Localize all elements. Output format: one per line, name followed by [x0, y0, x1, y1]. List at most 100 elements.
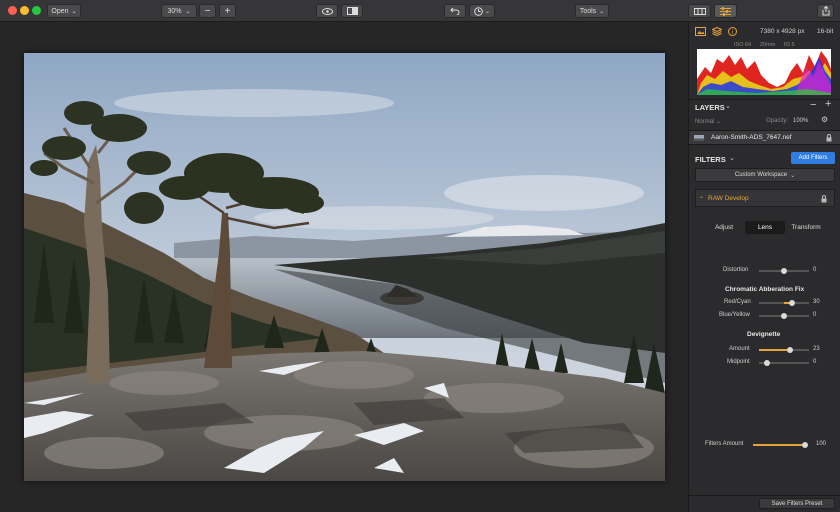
- filters-amount-slider[interactable]: [753, 442, 808, 448]
- tools-label: Tools: [579, 7, 597, 15]
- blue-yellow-knob[interactable]: [781, 313, 787, 319]
- midpoint-slider[interactable]: [759, 360, 809, 366]
- blend-mode-value: Normal: [695, 119, 715, 125]
- histogram: [697, 49, 831, 95]
- save-filters-preset-button[interactable]: Save Filters Preset: [759, 498, 835, 509]
- minimize-window-button[interactable]: [20, 6, 29, 15]
- zoom-select[interactable]: 30% ⌄: [161, 4, 197, 18]
- open-button[interactable]: Open ⌄: [47, 4, 81, 18]
- tab-lens-label: Lens: [757, 224, 773, 231]
- red-cyan-slider[interactable]: [759, 300, 809, 306]
- distortion-value[interactable]: 0: [813, 267, 816, 273]
- history-button[interactable]: ⌄: [469, 4, 495, 18]
- chevron-down-icon: ⌄: [484, 8, 491, 15]
- tab-lens[interactable]: Lens: [745, 221, 785, 234]
- clock-icon: [474, 6, 483, 16]
- add-filters-label: Add Filters: [798, 155, 828, 161]
- browse-panel-button[interactable]: [688, 4, 711, 18]
- layers-info-icon[interactable]: [712, 27, 722, 36]
- lock-icon[interactable]: [826, 134, 832, 142]
- gear-icon[interactable]: ⚙: [821, 115, 828, 124]
- raw-develop-header[interactable]: ⌄ RAW Develop: [695, 189, 835, 207]
- filters-amount-fill: [753, 444, 805, 446]
- chevron-down-icon: ⌄: [185, 8, 191, 15]
- midpoint-value[interactable]: 0: [813, 359, 816, 365]
- eye-icon: [321, 7, 333, 15]
- sliders-icon: [720, 6, 731, 16]
- blue-yellow-label: Blue/Yellow: [719, 312, 750, 318]
- info-circle-icon[interactable]: i: [728, 27, 737, 36]
- main-photo[interactable]: [24, 53, 665, 481]
- chevron-down-icon: ⌄: [725, 103, 731, 110]
- zoom-window-button[interactable]: [32, 6, 41, 15]
- midpoint-label: Midpoint: [727, 359, 750, 365]
- iso-value: ISO 64: [734, 42, 752, 48]
- layers-title[interactable]: LAYERS: [695, 103, 725, 112]
- filters-amount-value[interactable]: 100: [816, 441, 826, 447]
- plus-icon[interactable]: +: [825, 98, 831, 110]
- devignette-title: Devignette: [747, 331, 781, 338]
- zoom-in-button[interactable]: +: [219, 4, 236, 18]
- amount-slider[interactable]: [759, 347, 809, 353]
- opacity-label: Opacity:: [766, 118, 789, 124]
- compare-button[interactable]: [341, 4, 363, 18]
- distortion-knob[interactable]: [781, 268, 787, 274]
- chromatic-aberration-title: Chromatic Abberation Fix: [725, 286, 805, 293]
- main-toolbar: Open ⌄ 30% ⌄ − + ⌄ Tools ⌄: [0, 0, 840, 22]
- filters-amount-label: Filters Amount: [705, 441, 744, 447]
- open-label: Open: [51, 7, 69, 15]
- tab-adjust-label: Adjust: [714, 224, 734, 231]
- minus-icon: −: [204, 5, 211, 17]
- opacity-value[interactable]: 100%: [793, 118, 808, 124]
- split-view-icon: [346, 7, 358, 15]
- workspace-select[interactable]: Custom Workspace ⌄: [695, 168, 835, 182]
- zoom-value: 30%: [167, 7, 182, 15]
- minus-icon[interactable]: −: [810, 99, 816, 111]
- blue-yellow-slider[interactable]: [759, 313, 809, 319]
- distortion-label: Distortion: [723, 267, 749, 273]
- chevron-down-icon: ⌄: [699, 194, 705, 200]
- blend-mode-select[interactable]: Normal ⌄: [695, 118, 721, 125]
- filmstrip-icon: [693, 7, 706, 15]
- amount-fill: [759, 349, 787, 351]
- tab-transform-label: Transform: [791, 224, 821, 231]
- preview-button[interactable]: [316, 4, 338, 18]
- amount-value[interactable]: 23: [813, 346, 820, 352]
- plus-icon: +: [224, 5, 231, 17]
- filters-amount-knob[interactable]: [802, 442, 808, 448]
- close-window-button[interactable]: [8, 6, 17, 15]
- bit-depth: 16-bit: [817, 28, 834, 35]
- tab-transform[interactable]: Transform: [787, 221, 825, 234]
- share-button[interactable]: [817, 4, 834, 18]
- filters-title[interactable]: FILTERS: [695, 155, 726, 164]
- add-filters-button[interactable]: Add Filters: [791, 152, 835, 164]
- workspace-value: Custom Workspace: [734, 172, 788, 178]
- amount-knob[interactable]: [787, 347, 793, 353]
- focal-length: 20mm: [760, 42, 776, 48]
- undo-icon: [450, 7, 460, 15]
- zoom-out-button[interactable]: −: [199, 4, 216, 18]
- chevron-down-icon: ⌄: [71, 8, 77, 15]
- edit-panel-button[interactable]: [714, 4, 737, 18]
- red-cyan-knob[interactable]: [789, 300, 795, 306]
- layer-thumbnail-icon: [694, 135, 704, 141]
- blue-yellow-value[interactable]: 0: [813, 312, 816, 318]
- image-info-icon[interactable]: [695, 27, 706, 36]
- layer-row[interactable]: Aaron-Smith-ADS_7647.nef: [689, 130, 840, 145]
- lock-icon[interactable]: [821, 195, 827, 203]
- landscape-photo: [24, 53, 665, 481]
- red-cyan-value[interactable]: 30: [813, 299, 820, 305]
- chevron-down-icon: ⌄: [729, 155, 735, 162]
- midpoint-knob[interactable]: [764, 360, 770, 366]
- tab-adjust[interactable]: Adjust: [705, 221, 743, 234]
- chevron-down-icon: ⌄: [790, 172, 796, 179]
- red-cyan-label: Red/Cyan: [724, 299, 751, 305]
- image-canvas[interactable]: [0, 22, 688, 512]
- distortion-slider[interactable]: [759, 268, 809, 274]
- layer-name: Aaron-Smith-ADS_7647.nef: [711, 134, 792, 141]
- chevron-down-icon: ⌄: [599, 8, 605, 15]
- save-filters-preset-label: Save Filters Preset: [771, 500, 823, 507]
- tools-button[interactable]: Tools ⌄: [575, 4, 609, 18]
- svg-text:i: i: [732, 30, 733, 36]
- undo-button[interactable]: [444, 4, 466, 18]
